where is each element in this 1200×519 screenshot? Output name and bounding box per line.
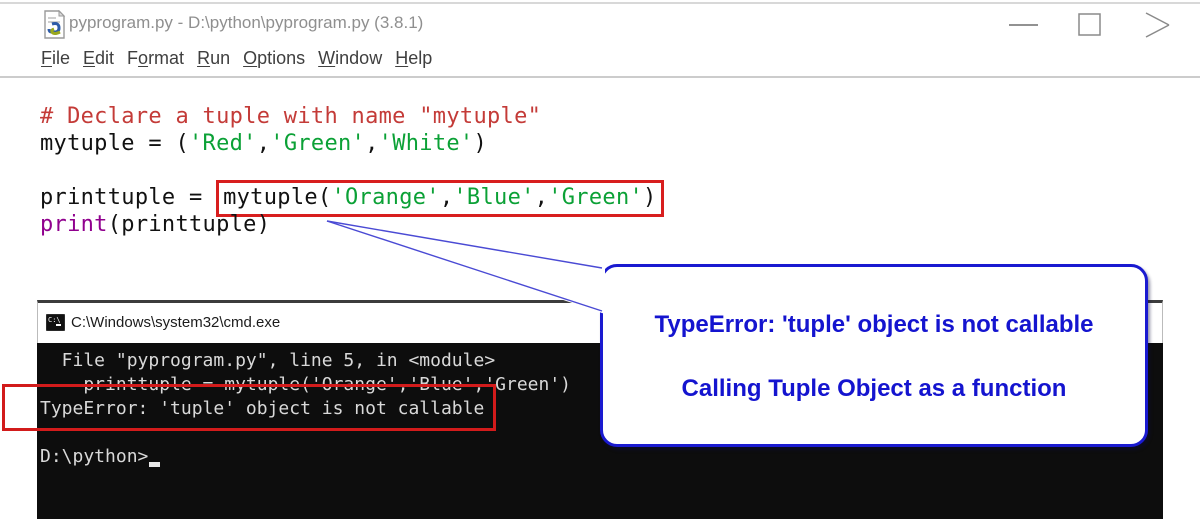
menu-options[interactable]: Options — [243, 48, 305, 69]
callout-bubble: TypeError: 'tuple' object is not callabl… — [600, 264, 1148, 447]
close-icon[interactable] — [1145, 12, 1170, 38]
window-controls — [1009, 12, 1170, 38]
code-line: # Declare a tuple with name "mytuple" — [40, 104, 542, 129]
code-line: mytuple = ('Red','Green','White') — [40, 131, 488, 156]
console-error-highlight-box — [2, 384, 496, 431]
cmd-window-title: C:\Windows\system32\cmd.exe — [71, 314, 281, 331]
menu-edit[interactable]: Edit — [83, 48, 114, 69]
maximize-icon[interactable] — [1078, 13, 1101, 36]
callout-explanation-text: Calling Tuple Object as a function — [681, 375, 1067, 402]
menu-separator — [0, 76, 1200, 78]
console-prompt: D:\python> — [40, 446, 149, 467]
menu-window[interactable]: Window — [318, 48, 382, 69]
menu-help[interactable]: Help — [395, 48, 432, 69]
console-cursor — [149, 462, 161, 467]
menu-format[interactable]: Format — [127, 48, 184, 69]
code-error-highlight-box: mytuple('Orange','Blue','Green') — [216, 180, 664, 217]
screen: pyprogram.py - D:\python\pyprogram.py (3… — [0, 0, 1200, 519]
menu-file[interactable]: File — [41, 48, 70, 69]
menu-bar: File Edit Format Run Options Window Help — [41, 48, 432, 69]
callout-error-text: TypeError: 'tuple' object is not callabl… — [654, 311, 1094, 338]
svg-text:C:\: C:\ — [48, 316, 61, 324]
menu-run[interactable]: Run — [197, 48, 230, 69]
cmd-icon: C:\ — [46, 314, 65, 331]
code-line: printtuple = mytuple('Orange','Blue','Gr… — [40, 180, 664, 217]
console-prompt-line: D:\python> — [40, 445, 1163, 469]
code-area[interactable]: # Declare a tuple with name "mytuple" myt… — [40, 103, 664, 238]
